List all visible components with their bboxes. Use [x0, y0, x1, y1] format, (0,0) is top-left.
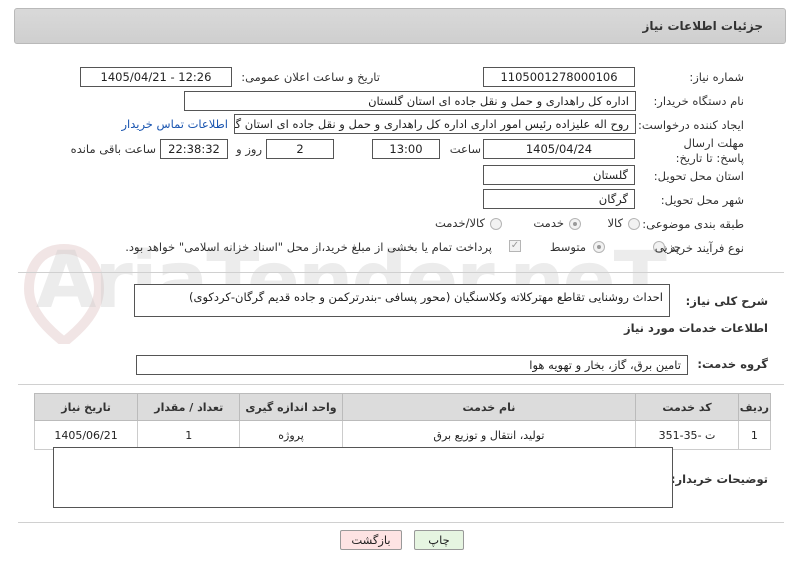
- need-number-field: 1105001278000106: [483, 67, 635, 87]
- buyer-contact-link[interactable]: اطلاعات تماس خریدار: [121, 117, 228, 131]
- category-service-label: خدمت: [533, 216, 564, 230]
- column-header: ردیف: [737, 393, 772, 421]
- purchase-minor-label: جزیی: [654, 240, 681, 254]
- province-field: گلستان: [483, 165, 635, 185]
- buyer-field: اداره کل راهداری و حمل و نقل جاده ای است…: [184, 91, 636, 111]
- category-goods-service-radio[interactable]: [490, 218, 502, 230]
- service-group-field: تامین برق، گاز، بخار و تهویه هوا: [136, 355, 688, 375]
- creator-label: ایجاد کننده درخواست:: [638, 118, 744, 132]
- services-table: ردیف کد خدمت نام خدمت واحد اندازه گیری ت…: [33, 393, 772, 450]
- deadline-time-field: 13:00: [372, 139, 440, 159]
- column-header: واحد اندازه گیری: [239, 393, 343, 421]
- description-field: احداث روشنایی تقاطع مهترکلاته وکلاسنگیان…: [134, 284, 670, 317]
- remaining-time-field: 22:38:32: [160, 139, 228, 159]
- category-service-radio[interactable]: [569, 218, 581, 230]
- divider: [18, 384, 784, 385]
- column-header: تاریخ نیاز: [33, 393, 139, 421]
- column-header: نام خدمت: [341, 393, 637, 421]
- divider: [18, 272, 784, 273]
- deadline-time-label: ساعت: [449, 142, 481, 156]
- treasury-checkbox[interactable]: ✓: [509, 240, 521, 252]
- city-label: شهر محل تحویل:: [660, 193, 744, 207]
- divider: [18, 522, 784, 523]
- days-label: روز و: [236, 142, 262, 156]
- days-field: 2: [266, 139, 334, 159]
- table-row: 1 ت -35-351 تولید، انتقال و توزیع برق پر…: [33, 420, 772, 450]
- buyer-notes-field[interactable]: [53, 447, 673, 508]
- creator-field: روح اله علیزاده رئیس امور اداری اداره کل…: [234, 114, 636, 134]
- table-cell: 1: [137, 420, 241, 450]
- category-goods-service-label: کالا/خدمت: [434, 216, 485, 230]
- services-section-title: اطلاعات خدمات مورد نیاز: [624, 321, 768, 335]
- deadline-date-field: 1405/04/24: [483, 139, 635, 159]
- purchase-medium-label: متوسط: [549, 240, 586, 254]
- remaining-label: ساعت باقی مانده: [70, 142, 156, 156]
- buyer-notes-label: توضیحات خریدار:: [670, 472, 768, 486]
- need-number-label: شماره نیاز:: [689, 70, 744, 84]
- panel-header: جزئیات اطلاعات نیاز: [14, 8, 786, 44]
- table-header-row: ردیف کد خدمت نام خدمت واحد اندازه گیری ت…: [33, 393, 772, 421]
- buyer-label: نام دستگاه خریدار:: [653, 94, 744, 108]
- back-button[interactable]: بازگشت: [340, 530, 402, 550]
- table-cell: 1: [737, 420, 772, 450]
- category-goods-radio[interactable]: [628, 218, 640, 230]
- column-header: تعداد / مقدار: [137, 393, 241, 421]
- table-cell: ت -35-351: [635, 420, 739, 450]
- category-goods-label: کالا: [607, 216, 623, 230]
- announce-field: 1405/04/21 - 12:26: [80, 67, 232, 87]
- table-cell: پروژه: [239, 420, 343, 450]
- city-field: گرگان: [483, 189, 635, 209]
- table-cell: 1405/06/21: [33, 420, 139, 450]
- purchase-medium-radio[interactable]: [593, 241, 605, 253]
- table-cell: تولید، انتقال و توزیع برق: [341, 420, 637, 450]
- service-group-label: گروه خدمت:: [697, 357, 768, 371]
- page-title: جزئیات اطلاعات نیاز: [642, 19, 763, 33]
- description-label: شرح کلی نیاز:: [685, 294, 768, 308]
- treasury-note: پرداخت تمام یا بخشی از مبلغ خرید،از محل …: [125, 240, 492, 254]
- deadline-label: مهلت ارسال پاسخ: تا تاریخ:: [675, 136, 744, 165]
- announce-label: تاریخ و ساعت اعلان عمومی:: [241, 70, 380, 84]
- print-button[interactable]: چاپ: [414, 530, 464, 550]
- category-label: طبقه بندی موضوعی:: [642, 217, 744, 231]
- column-header: کد خدمت: [635, 393, 739, 421]
- province-label: استان محل تحویل:: [653, 169, 744, 183]
